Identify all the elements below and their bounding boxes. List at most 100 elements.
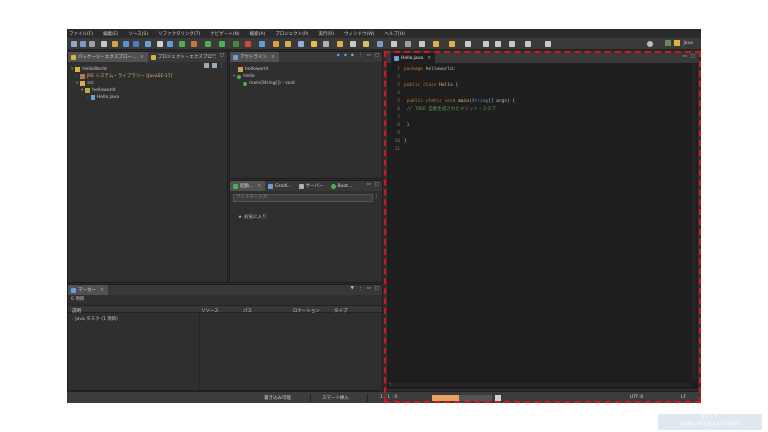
collapse-all-icon[interactable] [203, 63, 209, 68]
column-resource[interactable]: リソース [201, 308, 219, 314]
code-line[interactable]: 10} [390, 138, 515, 146]
menu-window[interactable]: ウィンドウ(W) [344, 31, 374, 37]
code-area[interactable]: 1 package helloworld; 2 3 public class Hello… [390, 66, 516, 154]
tree-item-jre[interactable]: › JRE システム・ライブラリー [JavaSE-17] [71, 73, 172, 80]
scroll-left-icon[interactable]: ‹ [389, 381, 391, 387]
last-edit-icon[interactable] [405, 41, 411, 47]
mark-occurrences-icon[interactable] [433, 41, 439, 47]
filter-input[interactable]: フィルター入力 [233, 194, 373, 202]
code-line[interactable]: 9 [390, 130, 515, 138]
open-perspective-icon[interactable] [665, 40, 672, 46]
new-java-project-icon[interactable] [259, 41, 265, 47]
maximize-icon[interactable]: □ [375, 182, 379, 187]
new-package-icon[interactable] [273, 41, 279, 47]
progress-stop-icon[interactable] [495, 395, 501, 401]
hide-fields-icon[interactable]: ▪ [344, 53, 347, 58]
close-icon[interactable]: ✕ [257, 184, 261, 189]
view-menu-icon[interactable]: ⋮ [358, 53, 363, 58]
minimize-icon[interactable]: ▭ [682, 54, 686, 59]
menu-search[interactable]: 検索(A) [250, 31, 266, 37]
outline-item-class[interactable]: ▾ Hello [233, 73, 295, 80]
connect-icon[interactable] [167, 41, 173, 47]
menu-help[interactable]: ヘルプ(H) [385, 31, 405, 37]
chevron-down-icon[interactable]: ▾ [71, 66, 73, 73]
word-wrap-icon[interactable] [449, 41, 455, 47]
chevron-down-icon[interactable]: ▾ [81, 87, 83, 94]
minimize-icon[interactable]: ▭ [366, 182, 370, 187]
menu-source[interactable]: ソース(S) [128, 31, 148, 37]
history-back-icon[interactable] [483, 41, 489, 47]
maximize-icon[interactable]: □ [375, 286, 379, 291]
tree-item-project[interactable]: ▾ HelloWorld [71, 66, 172, 73]
tab-boot[interactable]: Boot... [328, 181, 357, 191]
maximize-icon[interactable]: □ [691, 54, 695, 59]
tab-hello-java[interactable]: Hello.java ✕ [391, 53, 435, 63]
chevron-down-icon[interactable]: ▾ [76, 80, 78, 87]
column-path[interactable]: パス [243, 308, 252, 314]
code-line[interactable]: 1 package helloworld; [390, 66, 515, 74]
save-icon[interactable] [80, 41, 86, 47]
view-menu-icon[interactable]: ⋮ [375, 194, 380, 199]
server-icon[interactable] [191, 41, 197, 47]
horizontal-scrollbar[interactable]: ‹ [389, 381, 690, 387]
tree-item-src[interactable]: ▾ src [71, 80, 172, 87]
filter-icon[interactable]: ▼ [351, 286, 354, 291]
new-class-icon[interactable] [285, 41, 291, 47]
chevron-right-icon[interactable]: › [87, 94, 89, 101]
menu-project[interactable]: プロジェクト(P) [275, 31, 308, 37]
tab-servers[interactable]: サーバー [296, 181, 328, 191]
code-line[interactable]: 11 [390, 146, 515, 154]
view-menu-icon[interactable]: ⋮ [220, 63, 225, 68]
column-description[interactable]: 説明 [72, 308, 81, 314]
tool-icon[interactable] [133, 41, 139, 47]
minimize-icon[interactable]: ▭ [366, 53, 370, 58]
forward-icon[interactable] [391, 41, 397, 47]
code-line[interactable]: 7 [390, 114, 515, 122]
tab-package-explorer[interactable]: パッケージ・エクスプロー... ✕ [68, 52, 148, 62]
close-icon[interactable]: ✕ [427, 56, 431, 61]
menu-edit[interactable]: 編集(E) [103, 31, 118, 37]
tab-markers[interactable]: マーカー ✕ [68, 285, 108, 295]
code-line[interactable]: 8 } [390, 122, 515, 130]
pin-editor-icon[interactable] [363, 41, 369, 47]
minimize-icon[interactable]: ▭ [211, 53, 215, 58]
annotation-icon[interactable] [337, 41, 343, 47]
skip-breakpoints-icon[interactable] [145, 41, 151, 47]
maximize-icon[interactable]: □ [375, 53, 379, 58]
next-edit-icon[interactable] [525, 41, 531, 47]
stop-icon[interactable] [157, 41, 163, 47]
link-editor-icon[interactable] [211, 63, 217, 68]
favorites-item[interactable]: ★ お気に入り [238, 214, 267, 221]
status-insert[interactable]: スマート挿入 [322, 395, 349, 401]
maximize-icon[interactable]: □ [220, 53, 224, 58]
tab-launch[interactable]: 起動... ✕ [230, 181, 266, 191]
code-line[interactable]: 6 // TODO 自動生成されたメソッド・スタブ [390, 106, 515, 114]
external-tools-icon[interactable] [245, 41, 251, 47]
vertical-scrollbar[interactable] [692, 64, 696, 379]
sort-icon[interactable]: ▪ [337, 53, 340, 58]
code-line[interactable]: 2 [390, 74, 515, 82]
open-task-icon[interactable] [311, 41, 317, 47]
markers-row[interactable]: › Java タスク (1 項目) [72, 316, 118, 322]
code-line[interactable]: 4 [390, 90, 515, 98]
coverage-icon[interactable] [233, 41, 239, 47]
search-tool-icon[interactable] [323, 41, 329, 47]
menu-run[interactable]: 実行(R) [318, 31, 334, 37]
close-icon[interactable]: ✕ [140, 55, 144, 60]
toggle-breadcrumb-icon[interactable] [419, 41, 425, 47]
new-icon[interactable] [71, 41, 77, 47]
tree-item-package[interactable]: ▾ helloworld [71, 87, 172, 94]
minimize-icon[interactable]: ▭ [366, 286, 370, 291]
hide-static-icon[interactable]: ▪ [351, 53, 354, 58]
view-menu-icon[interactable]: ⋮ [358, 286, 363, 291]
close-icon[interactable]: ✕ [271, 55, 275, 60]
close-icon[interactable]: ✕ [100, 288, 104, 293]
code-line[interactable]: 5 public static void main(String[] args)… [390, 98, 515, 106]
terminal-icon[interactable] [123, 41, 129, 47]
perspective-switcher[interactable]: Java [665, 40, 693, 46]
back-icon[interactable] [377, 41, 383, 47]
outline-item-package[interactable]: helloworld [233, 66, 295, 73]
outline-item-method[interactable]: main(String[]) : void [233, 80, 295, 87]
column-location[interactable]: ロケーション [293, 308, 320, 314]
tab-gradle[interactable]: Gradl... [265, 181, 296, 191]
